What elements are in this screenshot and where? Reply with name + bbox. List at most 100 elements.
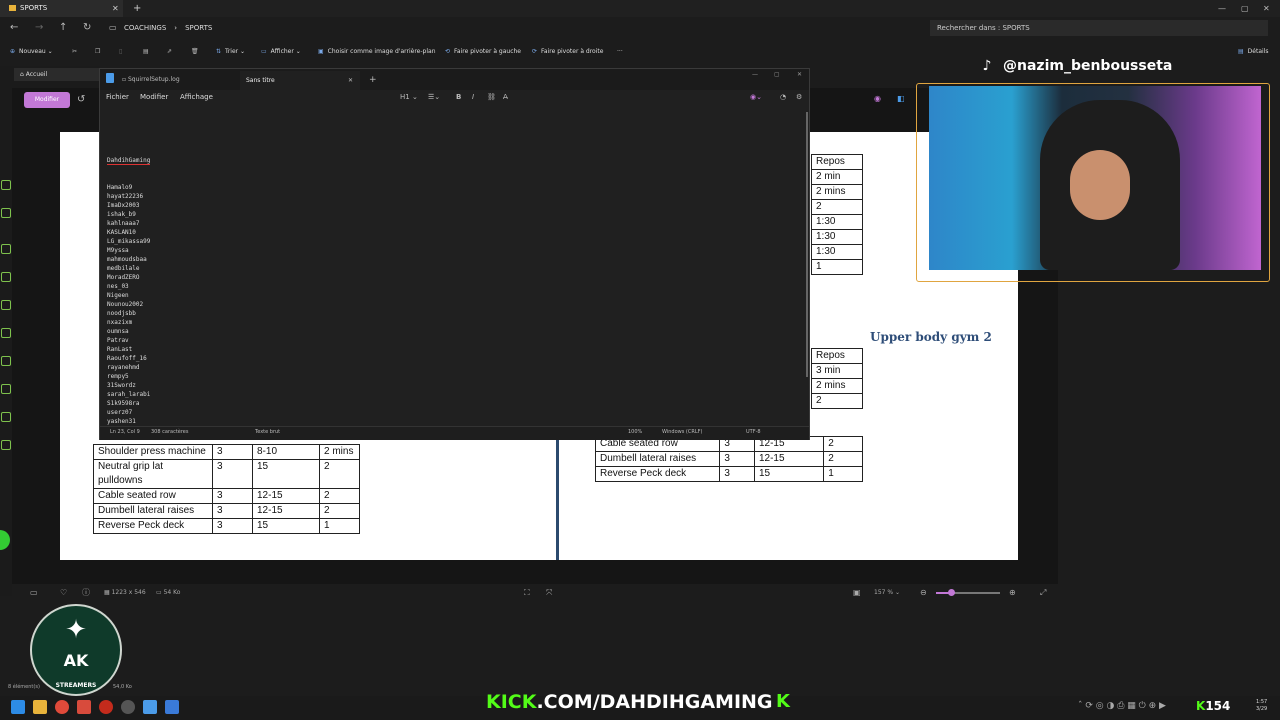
chrome-icon[interactable]: [55, 700, 69, 714]
back-icon[interactable]: ←: [10, 17, 18, 39]
tab-sports[interactable]: SPORTS: [0, 0, 123, 17]
rotate-left-button[interactable]: ⟲ Faire pivoter à gauche: [445, 42, 521, 62]
rename-icon[interactable]: ▤: [143, 42, 149, 62]
new-tab-icon[interactable]: +: [133, 0, 141, 17]
delete-icon[interactable]: 🗑: [191, 42, 199, 62]
edit-image-button[interactable]: Modifier: [24, 92, 70, 108]
account-icon[interactable]: ◔: [780, 90, 786, 104]
minimize-icon[interactable]: —: [752, 71, 758, 78]
obs-icon[interactable]: [121, 700, 135, 714]
new-button[interactable]: ⊕ Nouveau ⌄: [10, 42, 53, 62]
plus-circle-icon: ⊕: [10, 48, 16, 55]
table-cell: 2 mins: [811, 378, 863, 394]
maximize-icon[interactable]: ▢: [774, 71, 780, 78]
grid-icon[interactable]: [1, 384, 11, 394]
notepad-tab-log[interactable]: ▫ SquirrelSetup.log: [122, 69, 180, 90]
settings-gear-icon[interactable]: ⚙: [796, 90, 802, 104]
menu-view[interactable]: Affichage: [180, 90, 213, 104]
filmstrip-icon[interactable]: ▭: [30, 584, 38, 602]
chat-icon[interactable]: [1, 328, 11, 338]
encoding[interactable]: UTF-8: [746, 426, 761, 439]
view-button[interactable]: ▭ Afficher ⌄: [261, 42, 301, 62]
document-icon[interactable]: [1, 300, 11, 310]
app-icon[interactable]: [1, 244, 11, 254]
up-icon[interactable]: ↑: [59, 17, 67, 39]
time: 1:57: [1256, 699, 1268, 705]
file-size-value: 54 Ko: [163, 589, 181, 596]
start-icon[interactable]: [11, 700, 25, 714]
zoom-in-icon[interactable]: ⊕: [1009, 584, 1016, 602]
zoom-select[interactable]: 157 % ⌄: [874, 584, 900, 602]
scrollbar[interactable]: [806, 112, 808, 377]
copy-icon[interactable]: ❐: [95, 42, 100, 62]
breadcrumb-item[interactable]: SPORTS: [185, 24, 212, 32]
forward-icon[interactable]: →: [35, 17, 43, 39]
line-ending[interactable]: Windows (CRLF): [662, 426, 702, 439]
new-tab-icon[interactable]: +: [369, 71, 377, 90]
search-input[interactable]: Rechercher dans : SPORTS: [930, 20, 1268, 36]
close-window-icon[interactable]: ✕: [1263, 0, 1270, 17]
actual-size-icon[interactable]: ▣: [853, 584, 861, 602]
flash-icon[interactable]: [1, 272, 11, 282]
close-window-icon[interactable]: ✕: [797, 71, 802, 78]
copilot-icon[interactable]: ◉: [874, 94, 881, 103]
bold-icon[interactable]: B: [456, 90, 461, 104]
share-photo-icon[interactable]: ◧: [897, 94, 905, 103]
favorite-icon[interactable]: ♡: [60, 584, 67, 602]
notepad-text-area[interactable]: DahdihGaming Hamalo9 hayat22236 ImaDx200…: [107, 156, 407, 426]
crop-icon[interactable]: ⛶: [524, 584, 530, 602]
set-background-button[interactable]: ▣ Choisir comme image d'arrière-plan: [318, 42, 436, 62]
opera-icon[interactable]: [99, 700, 113, 714]
notepad-taskbar-icon[interactable]: [143, 700, 157, 714]
clear-format-icon[interactable]: A̶: [503, 90, 508, 104]
taskbar-clock[interactable]: 1:57 3/29: [1256, 699, 1267, 713]
fullscreen-icon[interactable]: ⤢: [1040, 584, 1046, 602]
wrench-icon[interactable]: [1, 412, 11, 422]
table-row: Dumbell lateral raises 3 12-15 2: [594, 451, 863, 467]
fit-icon[interactable]: ⤧: [546, 584, 552, 602]
nav-item-home[interactable]: ⌂ Accueil: [14, 68, 100, 81]
share-icon[interactable]: ⇗: [167, 42, 172, 62]
minimize-icon[interactable]: —: [1218, 0, 1226, 17]
pen-icon[interactable]: [1, 208, 11, 218]
table-row: 2 mins: [811, 378, 863, 394]
notepad-tab-untitled[interactable]: Sans titre: [240, 71, 360, 90]
zoom-slider-handle[interactable]: [948, 589, 955, 596]
paste-icon[interactable]: ▯: [119, 42, 122, 62]
copilot-icon[interactable]: ◉⌄: [750, 90, 762, 104]
zoom-out-icon[interactable]: ⊖: [920, 584, 927, 602]
details-button[interactable]: ▤ Détails: [1238, 42, 1268, 62]
breadcrumb-item[interactable]: COACHINGS: [124, 24, 166, 32]
close-tab-icon[interactable]: ✕: [112, 0, 119, 17]
text-format[interactable]: Texte brut: [255, 426, 280, 439]
share-node-icon[interactable]: [1, 440, 11, 450]
disk-icon: ▭: [156, 589, 164, 596]
system-tray-icon[interactable]: ˆ ⟳ ◎ ◑ ⎙ ▦ ⏻ ⊕ ▶: [1078, 701, 1166, 711]
heading-select[interactable]: H1 ⌄: [400, 90, 418, 104]
list-icon[interactable]: ☰⌄: [428, 90, 440, 104]
info-icon[interactable]: [1, 180, 11, 190]
menu-edit[interactable]: Modifier: [140, 90, 168, 104]
rotate-right-button[interactable]: ⟳ Faire pivoter à droite: [532, 42, 603, 62]
cut-icon[interactable]: ✂: [72, 42, 77, 62]
maximize-icon[interactable]: ▢: [1241, 0, 1249, 17]
menu-file[interactable]: Fichier: [106, 90, 129, 104]
media-icon[interactable]: [1, 356, 11, 366]
sort-button[interactable]: ⇅ Trier ⌄: [216, 42, 245, 62]
chevron-right-icon: ›: [174, 24, 178, 32]
table-cell: 15: [753, 466, 825, 482]
photos-icon[interactable]: [165, 700, 179, 714]
table-cell: 3: [212, 488, 253, 504]
more-options-icon[interactable]: ···: [617, 42, 623, 62]
file-explorer-icon[interactable]: [33, 700, 47, 714]
table-cell: 3: [719, 466, 755, 482]
info-circle-icon[interactable]: ⓘ: [82, 584, 90, 602]
notepad-zoom[interactable]: 100%: [628, 426, 642, 439]
close-tab-icon[interactable]: ✕: [348, 71, 353, 90]
refresh-icon[interactable]: ↻: [83, 17, 91, 39]
app-icon[interactable]: [77, 700, 91, 714]
italic-icon[interactable]: I: [472, 90, 474, 104]
undo-icon[interactable]: ↺: [77, 92, 85, 108]
link-icon[interactable]: ⛓: [487, 90, 496, 104]
table-row: 1:30: [811, 229, 863, 245]
